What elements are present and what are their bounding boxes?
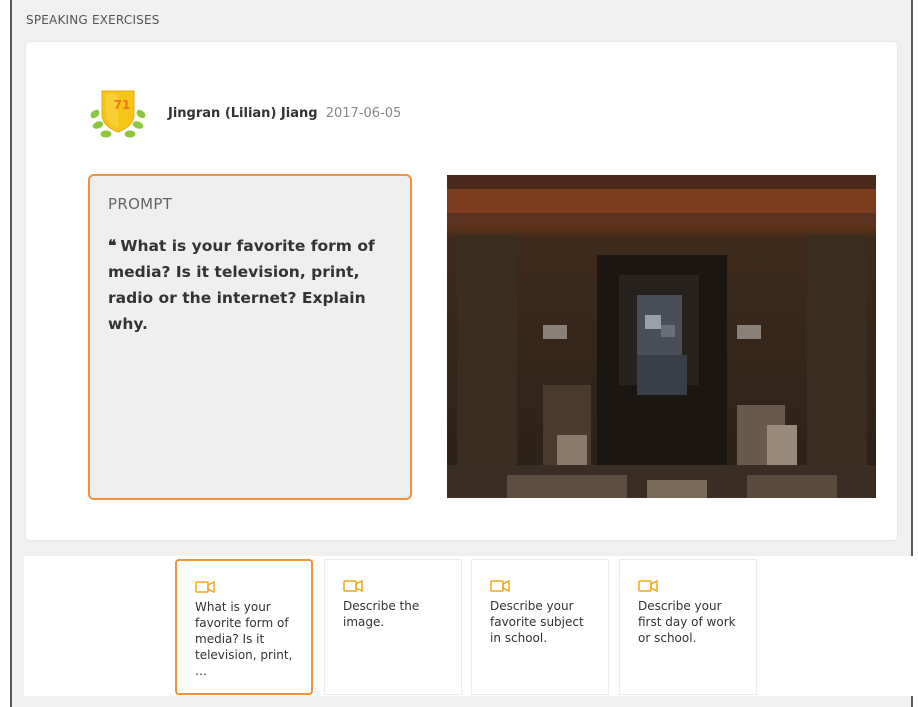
prompt-label: PROMPT <box>108 195 173 213</box>
section-title: SPEAKING EXERCISES <box>26 13 160 27</box>
exercise-tile-1[interactable]: What is your favorite form of media? Is … <box>175 559 313 695</box>
prompt-question: What is your favorite form of media? Is … <box>108 237 375 333</box>
video-frame-pixelated <box>447 175 876 498</box>
video-camera-icon <box>490 580 510 592</box>
video-camera-icon <box>195 581 215 593</box>
score-badge-icon <box>90 90 146 138</box>
quote-icon: ❝ <box>108 236 117 255</box>
video-camera-icon <box>343 580 363 592</box>
author-line: Jingran (Lilian) Jiang 2017-06-05 <box>168 106 401 121</box>
exercise-title: Describe the image. <box>343 599 420 629</box>
post-date: 2017-06-05 <box>325 106 402 121</box>
prompt-text: ❝ What is your favorite form of media? Is… <box>108 233 398 337</box>
video-camera-icon <box>638 580 658 592</box>
score-value: 71 <box>113 98 131 112</box>
exercise-tile-2[interactable]: Describe the image. <box>324 559 462 695</box>
exercise-title: Describe your first day of work or schoo… <box>638 599 736 645</box>
prompt-box: PROMPT ❝ What is your favorite form of me… <box>88 174 412 500</box>
author-name[interactable]: Jingran (Lilian) Jiang <box>168 106 318 121</box>
exercise-tile-4[interactable]: Describe your first day of work or schoo… <box>619 559 757 695</box>
exercise-title: Describe your favorite subject in school… <box>490 599 584 645</box>
exercise-title: What is your favorite form of media? Is … <box>195 600 293 678</box>
video-player[interactable] <box>447 175 876 498</box>
exercise-tile-3[interactable]: Describe your favorite subject in school… <box>471 559 609 695</box>
exercise-card: 71 Jingran (Lilian) Jiang 2017-06-05 PRO… <box>26 42 897 540</box>
